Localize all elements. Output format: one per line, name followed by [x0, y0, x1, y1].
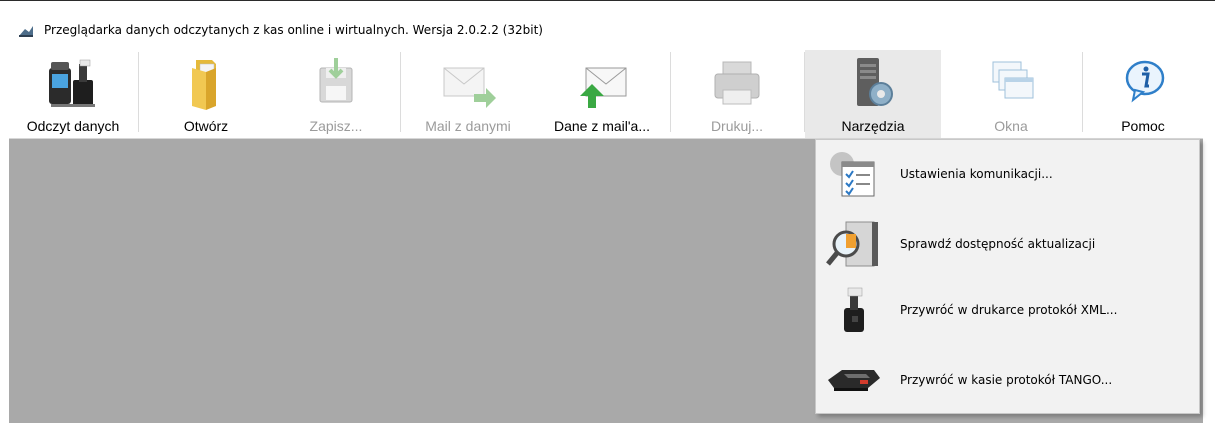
menu-item-label: Ustawienia komunikacji... — [900, 167, 1053, 181]
menu-item-communication-settings[interactable]: Ustawienia komunikacji... — [816, 144, 1199, 204]
tools-server-icon — [857, 58, 893, 106]
magnifier-update-icon — [826, 221, 878, 267]
fiscal-printer-icon — [844, 287, 864, 332]
settings-checklist-icon — [830, 152, 875, 197]
menu-item-check-updates[interactable]: Sprawdź dostępność aktualizacji — [816, 214, 1199, 274]
windows-label: Okna — [994, 118, 1028, 134]
menu-item-label: Sprawdź dostępność aktualizacji — [900, 237, 1096, 251]
windows-icon — [992, 61, 1034, 99]
mail-send-icon — [443, 67, 496, 108]
folder-icon — [192, 60, 216, 110]
print-label: Drukuj... — [710, 118, 764, 134]
windows-button[interactable]: Okna — [941, 50, 1081, 138]
mail-receive-icon — [580, 67, 627, 108]
print-button[interactable]: Drukuj... — [671, 50, 803, 138]
open-button[interactable]: Otwórz — [139, 50, 273, 138]
save-icon — [319, 58, 353, 103]
tools-button[interactable]: Narzędzia — [805, 50, 941, 138]
title-bar: Przeglądarka danych odczytanych z kas on… — [0, 10, 1215, 50]
mail-data-label: Mail z danymi — [425, 118, 511, 134]
main-toolbar: Odczyt danych Otwórz Zapisz... Mail z da… — [9, 50, 1203, 139]
menu-item-restore-printer-xml[interactable]: Przywróć w drukarce protokół XML... — [816, 280, 1199, 340]
read-data-label: Odczyt danych — [26, 118, 120, 134]
app-icon — [19, 26, 33, 37]
window-title: Przeglądarka danych odczytanych z kas on… — [44, 23, 543, 37]
help-button[interactable]: Pomoc — [1083, 50, 1203, 138]
cash-register-icon — [828, 370, 880, 391]
data-from-mail-label: Dane z mail'a... — [553, 118, 651, 134]
printer-icon — [714, 61, 760, 105]
save-label: Zapisz... — [309, 118, 363, 134]
read-data-button[interactable]: Odczyt danych — [9, 50, 137, 138]
help-label: Pomoc — [1121, 118, 1165, 134]
info-icon — [1125, 60, 1165, 103]
menu-item-label: Przywróć w drukarce protokół XML... — [900, 303, 1118, 317]
data-from-mail-button[interactable]: Dane z mail'a... — [535, 50, 669, 138]
menu-item-restore-register-tango[interactable]: Przywróć w kasie protokół TANGO... — [816, 350, 1199, 410]
tools-label: Narzędzia — [841, 118, 905, 134]
open-label: Otwórz — [183, 118, 229, 134]
window-top-border — [0, 0, 1215, 8]
cash-register-printer-icon — [49, 59, 95, 107]
save-button[interactable]: Zapisz... — [273, 50, 399, 138]
tools-dropdown-menu: Ustawienia komunikacji... Sprawdź dostęp… — [815, 139, 1200, 414]
mail-data-button[interactable]: Mail z danymi — [401, 50, 535, 138]
menu-item-label: Przywróć w kasie protokół TANGO... — [900, 373, 1113, 387]
